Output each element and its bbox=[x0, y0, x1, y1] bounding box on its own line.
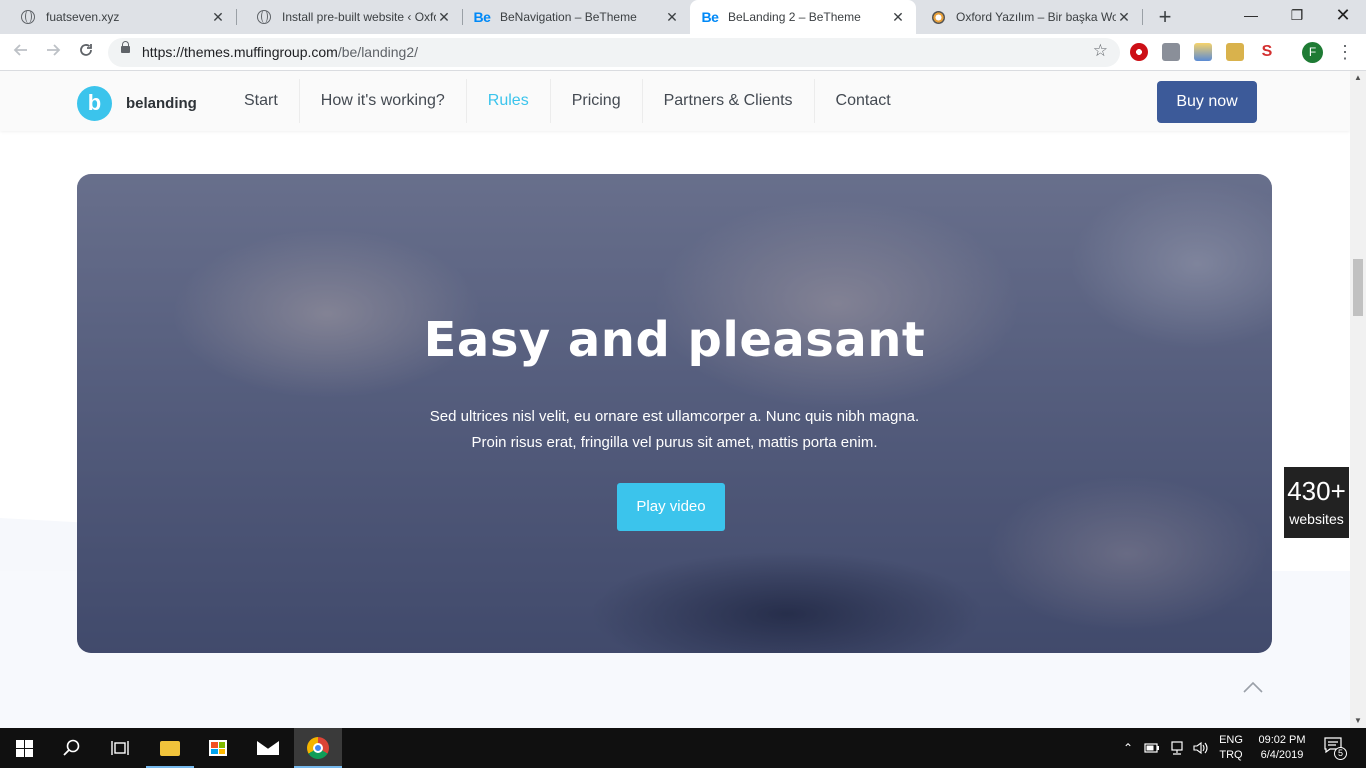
hero-description-line: Proin risus erat, fringilla vel purus si… bbox=[471, 434, 878, 451]
store-icon bbox=[209, 740, 227, 756]
browser-toolbar: https://themes.muffingroup.com/be/landin… bbox=[0, 34, 1366, 71]
s-extension-icon[interactable]: S bbox=[1258, 43, 1276, 61]
notification-count-badge: 5 bbox=[1334, 747, 1347, 760]
volume-icon[interactable] bbox=[1190, 728, 1212, 768]
counter-number: 430+ bbox=[1287, 476, 1346, 506]
windows-taskbar: ⌃ ENG TRQ 09:02 PM 6/4/2019 5 bbox=[0, 728, 1366, 768]
hero-video-banner: Easy and pleasant Sed ultrices nisl veli… bbox=[77, 174, 1272, 653]
chrome-icon bbox=[307, 737, 329, 759]
globe-icon bbox=[256, 9, 272, 25]
forward-button[interactable] bbox=[40, 39, 66, 65]
taskbar-file-explorer[interactable] bbox=[146, 728, 194, 768]
browser-tab[interactable]: Be BeNavigation – BeTheme ✕ bbox=[462, 0, 690, 34]
input-language-indicator[interactable]: ENG TRQ bbox=[1214, 733, 1248, 763]
page-scrollbar[interactable]: ▲ ▼ bbox=[1350, 71, 1366, 728]
clock-date: 6/4/2019 bbox=[1260, 749, 1304, 761]
nav-item-partners-clients[interactable]: Partners & Clients bbox=[643, 79, 815, 123]
tab-title: BeNavigation – BeTheme bbox=[500, 10, 637, 24]
address-bar[interactable]: https://themes.muffingroup.com/be/landin… bbox=[108, 38, 1120, 67]
task-view-button[interactable] bbox=[96, 728, 144, 768]
websites-counter-badge[interactable]: 430+ websites bbox=[1284, 467, 1349, 538]
site-logo-icon[interactable]: b bbox=[77, 86, 112, 121]
be-icon: Be bbox=[473, 9, 491, 25]
windows-logo-icon bbox=[15, 739, 33, 757]
browser-tab[interactable]: Install pre-built website ‹ Oxford ✕ bbox=[236, 0, 462, 34]
buy-now-button[interactable]: Buy now bbox=[1157, 81, 1257, 123]
nav-item-rules[interactable]: Rules bbox=[467, 79, 551, 123]
search-button[interactable] bbox=[48, 728, 96, 768]
nav-item-contact[interactable]: Contact bbox=[815, 79, 912, 123]
image-extension-icon[interactable] bbox=[1194, 43, 1212, 61]
wordpress-icon bbox=[930, 9, 946, 25]
browser-tab-active[interactable]: Be BeLanding 2 – BeTheme ✕ bbox=[690, 0, 916, 34]
new-tab-button[interactable]: + bbox=[1154, 4, 1176, 30]
tab-title: BeLanding 2 – BeTheme bbox=[728, 10, 861, 24]
lock-icon bbox=[121, 41, 130, 53]
reload-icon bbox=[80, 44, 92, 56]
close-tab-icon[interactable]: ✕ bbox=[664, 9, 680, 26]
mail-icon bbox=[257, 741, 279, 755]
tab-title: fuatseven.xyz bbox=[46, 10, 120, 24]
forward-arrow-icon bbox=[47, 44, 61, 56]
nav-item-start[interactable]: Start bbox=[223, 79, 300, 123]
close-tab-icon[interactable]: ✕ bbox=[890, 9, 906, 26]
browser-menu-icon[interactable]: ⋮ bbox=[1336, 40, 1354, 64]
bookmark-star-icon[interactable]: ☆ bbox=[1093, 41, 1108, 61]
tab-separator bbox=[1142, 9, 1143, 25]
profile-avatar[interactable]: F bbox=[1302, 42, 1323, 63]
clock-time: 09:02 PM bbox=[1258, 734, 1306, 746]
restore-button[interactable]: ❐ bbox=[1274, 0, 1320, 30]
close-tab-icon[interactable]: ✕ bbox=[436, 9, 452, 26]
page-viewport: b belanding Start How it's working? Rule… bbox=[0, 71, 1350, 728]
browser-tab-strip: fuatseven.xyz ✕ Install pre-built websit… bbox=[0, 0, 1366, 34]
taskbar-store[interactable] bbox=[194, 728, 242, 768]
search-icon bbox=[63, 739, 80, 756]
counter-label: websites bbox=[1289, 511, 1344, 527]
site-header: b belanding Start How it's working? Rule… bbox=[0, 71, 1350, 131]
reload-button[interactable] bbox=[73, 39, 99, 65]
globe-icon bbox=[20, 9, 36, 25]
hero-description-line: Sed ultrices nisl velit, eu ornare est u… bbox=[429, 408, 920, 425]
minimize-button[interactable]: — bbox=[1228, 0, 1274, 30]
taskbar-chrome[interactable] bbox=[294, 728, 342, 768]
tray-overflow-chevron-icon[interactable]: ⌃ bbox=[1118, 728, 1138, 768]
scroll-down-arrow-icon[interactable]: ▼ bbox=[1350, 714, 1366, 728]
tab-title: Oxford Yazılım – Bir başka WordPress bbox=[956, 10, 1116, 24]
browser-tab[interactable]: fuatseven.xyz ✕ bbox=[0, 0, 236, 34]
main-nav: Start How it's working? Rules Pricing Pa… bbox=[223, 79, 912, 131]
scrollbar-thumb[interactable] bbox=[1353, 259, 1363, 316]
network-icon[interactable] bbox=[1166, 728, 1188, 768]
notes-extension-icon[interactable] bbox=[1226, 43, 1244, 61]
window-close-button[interactable]: ✕ bbox=[1320, 0, 1366, 30]
tab-title: Install pre-built website ‹ Oxford bbox=[282, 10, 436, 24]
hero-description: Sed ultrices nisl velit, eu ornare est u… bbox=[77, 404, 1272, 456]
taskbar-mail[interactable] bbox=[244, 728, 292, 768]
close-tab-icon[interactable]: ✕ bbox=[210, 9, 226, 26]
task-view-icon bbox=[111, 741, 129, 755]
url-text[interactable]: https://themes.muffingroup.com/be/landin… bbox=[142, 44, 418, 60]
browser-tab[interactable]: Oxford Yazılım – Bir başka WordPress ✕ bbox=[916, 0, 1142, 34]
close-tab-icon[interactable]: ✕ bbox=[1116, 9, 1132, 26]
play-video-button[interactable]: Play video bbox=[617, 483, 725, 531]
back-button[interactable] bbox=[8, 39, 34, 65]
folder-icon bbox=[160, 740, 180, 756]
opera-extension-icon[interactable] bbox=[1130, 43, 1148, 61]
start-button[interactable] bbox=[0, 728, 48, 768]
back-arrow-icon bbox=[13, 44, 27, 56]
scroll-up-arrow-icon[interactable]: ▲ bbox=[1350, 71, 1366, 85]
nav-item-pricing[interactable]: Pricing bbox=[551, 79, 643, 123]
extension-icon[interactable] bbox=[1162, 43, 1180, 61]
taskbar-clock[interactable]: 09:02 PM 6/4/2019 bbox=[1250, 733, 1314, 763]
nav-item-how-its-working[interactable]: How it's working? bbox=[300, 79, 467, 123]
be-icon: Be bbox=[701, 9, 719, 25]
chevron-up-icon bbox=[1243, 681, 1263, 693]
battery-icon[interactable] bbox=[1142, 728, 1162, 768]
site-logo-text[interactable]: belanding bbox=[126, 95, 197, 112]
hero-title: Easy and pleasant bbox=[423, 312, 926, 368]
back-to-top-button[interactable] bbox=[1242, 677, 1264, 699]
